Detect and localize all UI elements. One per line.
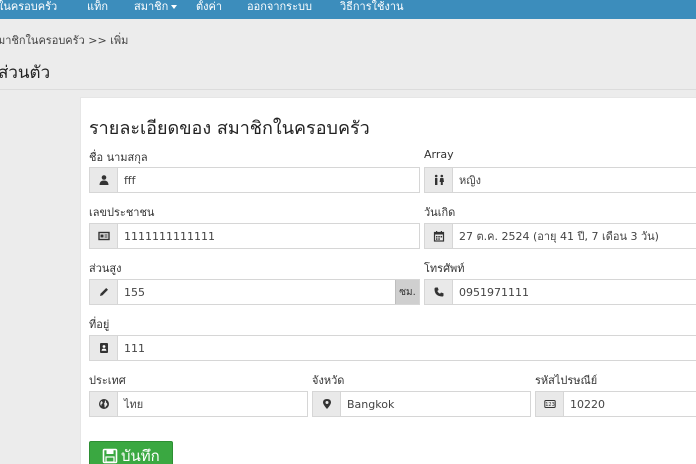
svg-text:123: 123 bbox=[545, 402, 555, 408]
phone-icon bbox=[425, 280, 453, 304]
gender-label: Array bbox=[424, 148, 454, 161]
page-title: ส่วนตัว bbox=[0, 63, 51, 83]
save-button-label: บันทึก bbox=[121, 447, 160, 464]
phone-value: 0951971111 bbox=[459, 285, 529, 299]
gender-value: หญิง bbox=[459, 174, 481, 187]
breadcrumb: มาชิกในครอบครัว >> เพิ่ม bbox=[0, 34, 129, 47]
gender-select[interactable]: หญิง bbox=[424, 167, 696, 193]
height-unit: ซม. bbox=[395, 280, 419, 304]
phone-label: โทรศัพท์ bbox=[424, 262, 465, 275]
id-card-field[interactable]: 1111111111111 bbox=[89, 223, 420, 249]
address-value: 111 bbox=[124, 341, 145, 355]
birthday-value: 27 ต.ค. 2524 (อายุ 41 ปี, 7 เดือน 3 วัน) bbox=[459, 230, 659, 243]
number-icon: 123 bbox=[536, 392, 564, 416]
save-button[interactable]: บันทึก bbox=[89, 441, 173, 464]
floppy-disk-icon bbox=[102, 448, 118, 464]
nav-family-members[interactable]: ในครอบครัว bbox=[0, 0, 57, 19]
id-card-value: 1111111111111 bbox=[124, 229, 215, 243]
height-value: 155 bbox=[124, 285, 145, 299]
height-field[interactable]: 155 ซม. bbox=[89, 279, 420, 305]
address-field[interactable]: 111 bbox=[89, 335, 696, 361]
nav-howto[interactable]: วิธีการใช้งาน bbox=[340, 0, 404, 19]
pencil-icon bbox=[90, 280, 118, 304]
name-label: ชื่อ นามสกุล bbox=[89, 151, 148, 164]
caret-down-icon bbox=[171, 5, 178, 9]
name-value: fff bbox=[124, 173, 136, 187]
province-label: จังหวัด bbox=[312, 374, 345, 387]
id-card-icon bbox=[90, 224, 118, 248]
user-icon bbox=[90, 168, 118, 192]
name-field[interactable]: fff bbox=[89, 167, 420, 193]
nav-logout[interactable]: ออกจากระบบ bbox=[247, 0, 312, 19]
postcode-value: 10220 bbox=[570, 397, 605, 411]
province-field[interactable]: Bangkok bbox=[312, 391, 531, 417]
top-navbar: ในครอบครัว แท็ก สมาชิก ตั้งค่า ออกจากระบ… bbox=[0, 0, 696, 19]
country-label: ประเทศ bbox=[89, 374, 126, 387]
birthday-field[interactable]: 27 ต.ค. 2524 (อายุ 41 ปี, 7 เดือน 3 วัน) bbox=[424, 223, 696, 249]
map-pin-icon bbox=[313, 392, 341, 416]
nav-members-label: สมาชิก bbox=[134, 0, 169, 13]
nav-members-dropdown[interactable]: สมาชิก bbox=[134, 0, 178, 19]
gender-icon bbox=[425, 168, 453, 192]
phone-field[interactable]: 0951971111 bbox=[424, 279, 696, 305]
page-header: มาชิกในครอบครัว >> เพิ่ม ส่วนตัว bbox=[0, 19, 696, 90]
nav-settings[interactable]: ตั้งค่า bbox=[196, 0, 222, 19]
country-field[interactable]: ไทย bbox=[89, 391, 308, 417]
address-card-icon bbox=[90, 336, 118, 360]
birthday-label: วันเกิด bbox=[424, 206, 456, 219]
postcode-label: รหัสไปรษณีย์ bbox=[535, 374, 598, 387]
address-label: ที่อยู่ bbox=[89, 318, 110, 331]
panel-title: รายละเอียดของ สมาชิกในครอบครัว bbox=[89, 118, 370, 139]
nav-tags[interactable]: แท็ก bbox=[87, 0, 108, 19]
id-card-label: เลขประชาชน bbox=[89, 206, 155, 219]
postcode-field[interactable]: 123 10220 bbox=[535, 391, 696, 417]
globe-icon bbox=[90, 392, 118, 416]
province-value: Bangkok bbox=[347, 397, 395, 411]
calendar-icon bbox=[425, 224, 453, 248]
height-label: ส่วนสูง bbox=[89, 262, 122, 275]
country-value: ไทย bbox=[124, 398, 144, 411]
